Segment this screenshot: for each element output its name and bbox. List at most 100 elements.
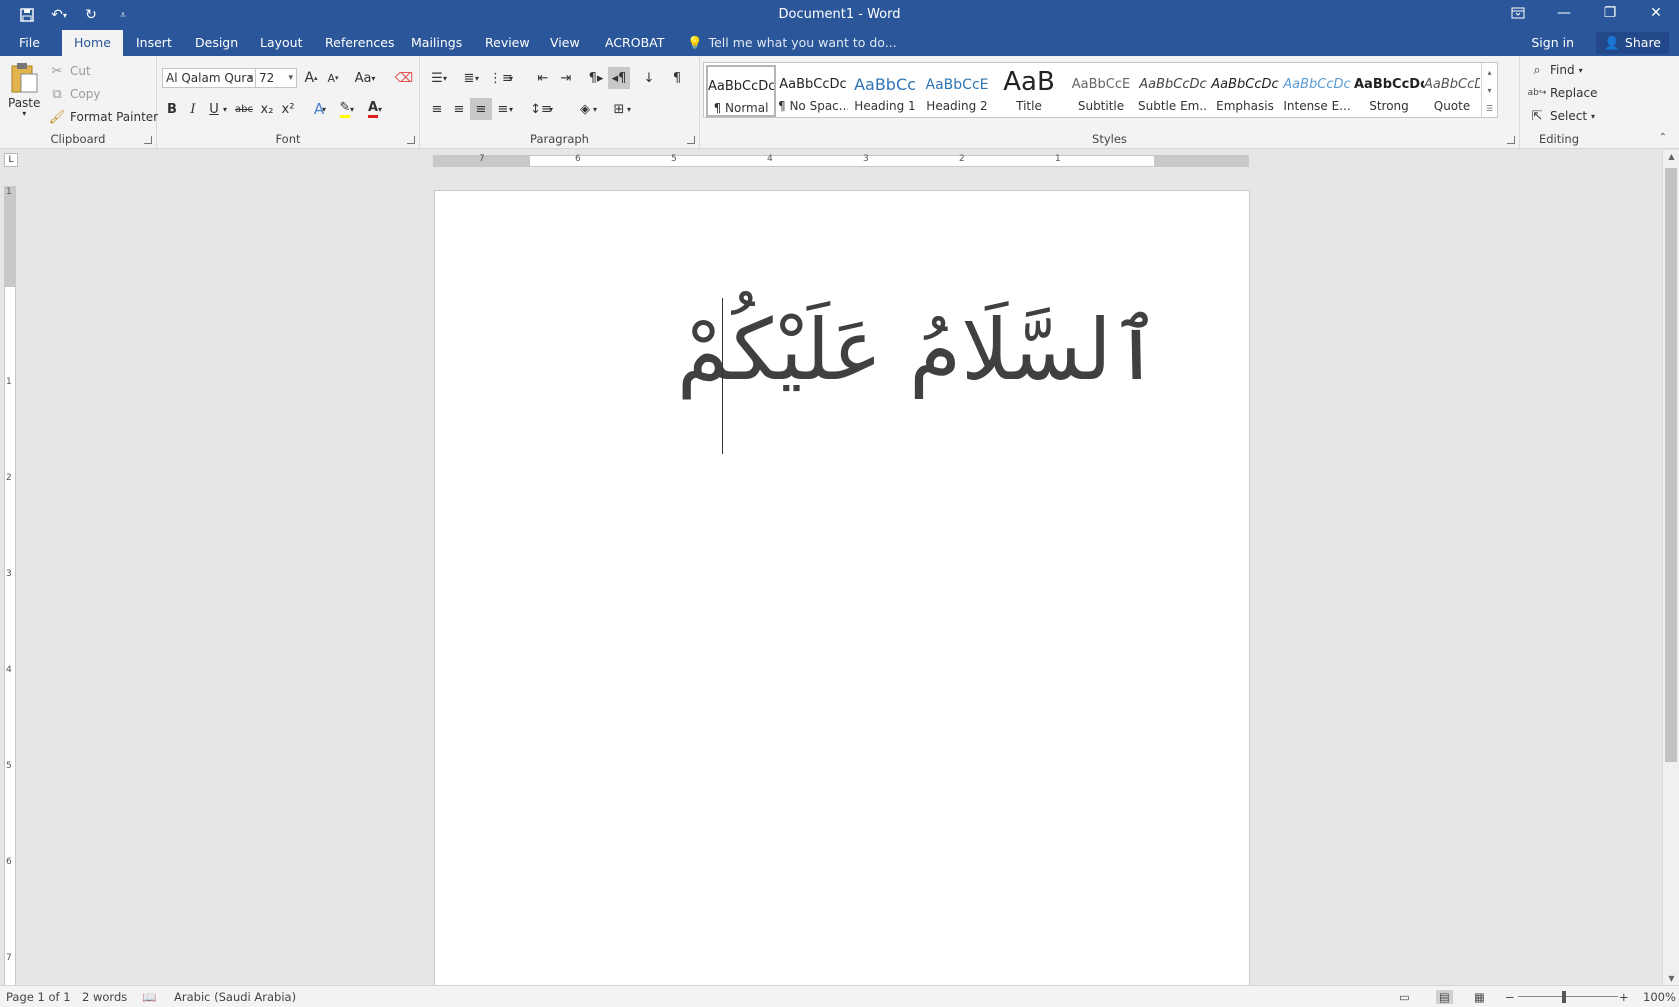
chevron-down-icon[interactable]: ▼ <box>1663 974 1679 983</box>
style-no-spacing[interactable]: AaBbCcDc ¶ No Spac... <box>778 65 848 117</box>
sign-in-link[interactable]: Sign in <box>1531 30 1574 56</box>
grow-font-button[interactable]: A ▴ <box>300 67 322 89</box>
rtl-icon[interactable]: ◂¶ <box>608 67 630 89</box>
read-mode-icon[interactable]: ▭ <box>1399 990 1410 1004</box>
ltr-icon[interactable]: ¶▸ <box>585 67 607 89</box>
horizontal-ruler[interactable]: 7 6 5 4 3 2 1 <box>433 154 1249 167</box>
dialog-launcher-icon[interactable] <box>1507 136 1515 144</box>
font-name-box[interactable]: Al Qalam Qura ▾ <box>162 68 257 88</box>
style-subtle-emphasis[interactable]: AaBbCcDc Subtle Em... <box>1138 65 1208 117</box>
format-painter-button[interactable]: 🖌 Format Painter <box>48 108 158 126</box>
align-left-icon[interactable]: ≡ <box>426 98 448 120</box>
minimize-icon[interactable]: — <box>1541 0 1587 26</box>
chevron-down-icon[interactable]: ▾ <box>319 98 329 120</box>
bold-button[interactable]: B <box>161 98 183 120</box>
tab-review[interactable]: Review <box>473 30 542 56</box>
show-marks-button[interactable]: ¶ <box>666 67 688 89</box>
style-heading-2[interactable]: AaBbCcE Heading 2 <box>922 65 992 117</box>
style-strong[interactable]: AaBbCcDc Strong <box>1354 65 1424 117</box>
align-center-icon[interactable]: ≡ <box>448 98 470 120</box>
tell-me-box[interactable]: 💡 Tell me what you want to do... <box>687 30 897 56</box>
chevron-up-icon[interactable]: ▲ <box>1663 152 1679 161</box>
strikethrough-button[interactable]: abc <box>233 98 255 120</box>
style-normal[interactable]: AaBbCcDc ¶ Normal <box>706 65 776 117</box>
font-size-box[interactable]: 72 ▾ <box>255 68 297 88</box>
gallery-scroll[interactable]: ▴ ▾ ☰ <box>1481 63 1497 117</box>
tab-layout[interactable]: Layout <box>248 30 315 56</box>
chevron-down-icon[interactable]: ▾ <box>440 67 450 89</box>
zoom-out-icon[interactable]: − <box>1505 990 1515 1004</box>
more-icon[interactable]: ☰ <box>1486 104 1493 113</box>
scrollbar-thumb[interactable] <box>1665 168 1677 762</box>
dialog-launcher-icon[interactable] <box>687 136 695 144</box>
chevron-down-icon[interactable]: ▾ <box>220 98 230 120</box>
print-layout-icon[interactable]: ▤ <box>1436 990 1453 1004</box>
zoom-level[interactable]: 100% <box>1643 990 1676 1004</box>
zoom-slider[interactable] <box>1518 996 1618 997</box>
web-layout-icon[interactable]: ▦ <box>1474 990 1485 1004</box>
chevron-down-icon[interactable]: ▾ <box>347 98 357 120</box>
tab-view[interactable]: View <box>538 30 592 56</box>
dialog-launcher-icon[interactable] <box>407 136 415 144</box>
close-icon[interactable]: ✕ <box>1633 0 1679 26</box>
style-title[interactable]: AaB Title <box>994 65 1064 117</box>
chevron-down-icon[interactable]: ▾ <box>375 98 385 120</box>
restore-icon[interactable]: ❐ <box>1587 0 1633 26</box>
increase-indent-icon[interactable]: ⇥ <box>555 67 577 89</box>
zoom-slider-thumb[interactable] <box>1562 991 1566 1003</box>
select-button[interactable]: ⇱ Select ▾ <box>1528 107 1596 125</box>
vertical-ruler[interactable]: 1 1 2 3 4 5 6 7 <box>4 186 16 986</box>
style-intense-emphasis[interactable]: AaBbCcDc Intense E... <box>1282 65 1352 117</box>
chevron-down-icon[interactable]: ▾ <box>590 98 600 120</box>
vertical-scrollbar[interactable]: ▲ ▼ <box>1662 150 1679 985</box>
chevron-down-icon[interactable]: ▾ <box>624 98 634 120</box>
find-button[interactable]: ⌕ Find ▾ <box>1528 61 1582 79</box>
italic-button[interactable]: I <box>182 98 204 120</box>
style-name: ¶ Normal <box>713 101 769 115</box>
tab-selector-icon[interactable]: L <box>4 153 18 167</box>
replace-button[interactable]: ab↪ Replace <box>1528 84 1598 102</box>
chevron-down-icon[interactable]: ▾ <box>506 67 516 89</box>
style-emphasis[interactable]: AaBbCcDc Emphasis <box>1210 65 1280 117</box>
language-indicator[interactable]: Arabic (Saudi Arabia) <box>174 990 296 1004</box>
tab-design[interactable]: Design <box>183 30 250 56</box>
ruler-number: 6 <box>6 857 12 867</box>
collapse-ribbon-icon[interactable]: ⌃ <box>1659 132 1667 143</box>
chevron-down-icon[interactable]: ▾ <box>472 67 482 89</box>
change-case-button[interactable]: Aa ▾ <box>350 67 380 89</box>
chevron-down-icon[interactable]: ▾ <box>546 98 556 120</box>
align-right-icon[interactable]: ≡ <box>470 98 492 120</box>
subscript-button[interactable]: x₂ <box>256 98 278 120</box>
tab-home[interactable]: Home <box>62 30 123 56</box>
cut-button[interactable]: ✂ Cut <box>48 62 91 80</box>
proofing-icon[interactable]: 📖 <box>142 990 156 1004</box>
ribbon-display-icon[interactable] <box>1495 0 1541 26</box>
style-preview: AaBbCcE <box>925 77 989 93</box>
decrease-indent-icon[interactable]: ⇤ <box>532 67 554 89</box>
style-subtitle[interactable]: AaBbCcE Subtitle <box>1066 65 1136 117</box>
style-quote[interactable]: AaBbCcDc Quote <box>1424 65 1480 117</box>
word-count[interactable]: 2 words <box>82 990 127 1004</box>
dialog-launcher-icon[interactable] <box>144 136 152 144</box>
share-button[interactable]: 👤 Share <box>1596 32 1669 54</box>
paste-button[interactable]: Paste ▾ <box>8 62 40 118</box>
tab-mailings[interactable]: Mailings <box>399 30 474 56</box>
document-text[interactable]: ٱلسَّلَامُ عَلَيْكُمْ <box>677 301 1161 399</box>
sort-icon[interactable]: ↓ <box>638 67 660 89</box>
chevron-up-icon[interactable]: ▴ <box>1487 68 1491 77</box>
style-name: Intense E... <box>1283 99 1351 113</box>
chevron-down-icon[interactable]: ▾ <box>1487 86 1491 95</box>
page-count[interactable]: Page 1 of 1 <box>6 990 71 1004</box>
tab-references[interactable]: References <box>313 30 406 56</box>
zoom-in-icon[interactable]: + <box>1619 990 1629 1004</box>
tab-file[interactable]: File <box>7 30 52 56</box>
style-heading-1[interactable]: AaBbCc Heading 1 <box>850 65 920 117</box>
clear-formatting-icon[interactable]: ⌫ <box>393 67 415 89</box>
copy-button[interactable]: ⧉ Copy <box>48 85 100 103</box>
chevron-down-icon[interactable]: ▾ <box>506 98 516 120</box>
shrink-font-button[interactable]: A ▾ <box>322 67 344 89</box>
document-page[interactable]: ٱلسَّلَامُ عَلَيْكُمْ <box>434 190 1250 990</box>
tab-acrobat[interactable]: ACROBAT <box>593 30 676 56</box>
tab-insert[interactable]: Insert <box>124 30 184 56</box>
superscript-button[interactable]: x² <box>277 98 299 120</box>
